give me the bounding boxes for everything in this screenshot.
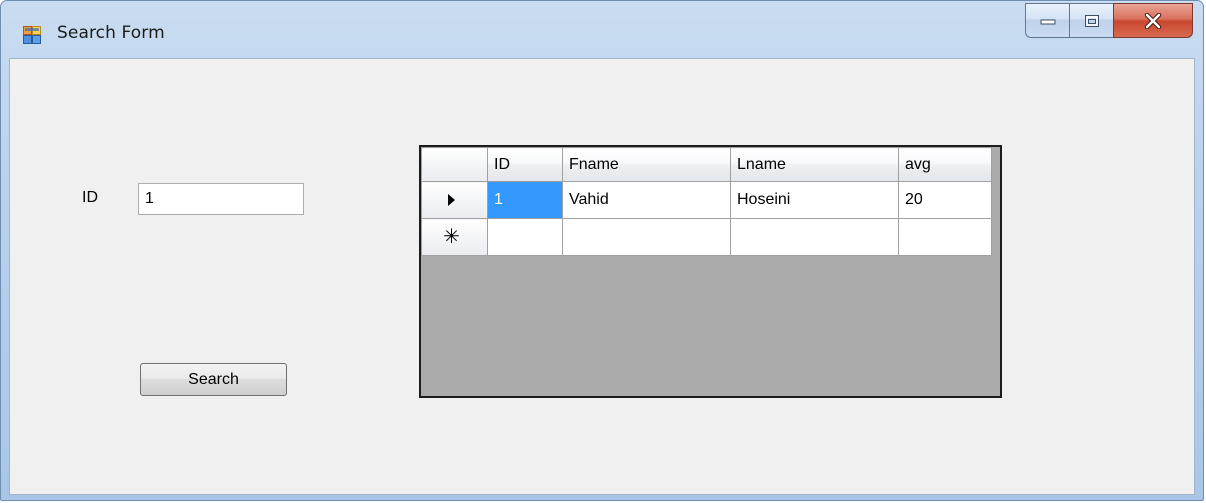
grid-corner-header[interactable] <box>421 147 488 182</box>
row-header[interactable] <box>421 181 488 219</box>
maximize-icon <box>1084 14 1099 27</box>
table-row[interactable]: 1 Vahid Hoseini 20 <box>421 181 992 219</box>
search-form-window: Search Form ID 1 Search ID Fname Lname a… <box>0 0 1204 501</box>
cell-id[interactable]: 1 <box>487 181 563 219</box>
grid-header-row: ID Fname Lname avg <box>421 147 992 182</box>
maximize-button[interactable] <box>1069 3 1113 38</box>
form-client-area: ID Search ID Fname Lname <box>9 58 1195 495</box>
cell-lname[interactable]: Hoseini <box>730 181 899 219</box>
current-row-arrow-icon <box>448 193 455 206</box>
title-bar[interactable]: Search Form <box>1 1 1203 57</box>
column-header-lname[interactable]: Lname <box>730 147 899 182</box>
id-label: ID <box>82 189 98 206</box>
minimize-button[interactable] <box>1025 3 1069 38</box>
new-cell-lname[interactable] <box>730 218 899 256</box>
column-header-fname[interactable]: Fname <box>562 147 731 182</box>
new-row[interactable]: ✳ <box>421 218 992 256</box>
id-input[interactable] <box>138 183 304 215</box>
data-grid-table: ID Fname Lname avg 1 Vahid Hoseini 20 ✳ <box>421 147 992 256</box>
search-button[interactable]: Search <box>140 363 287 396</box>
window-title: Search Form <box>57 23 165 43</box>
close-button[interactable] <box>1113 3 1193 38</box>
new-cell-id[interactable] <box>487 218 563 256</box>
new-row-header[interactable]: ✳ <box>421 218 488 256</box>
new-row-asterisk-icon: ✳ <box>443 225 460 248</box>
data-grid-view[interactable]: ID Fname Lname avg 1 Vahid Hoseini 20 ✳ <box>419 145 1002 398</box>
new-cell-avg[interactable] <box>898 218 992 256</box>
column-header-id[interactable]: ID <box>487 147 563 182</box>
windows-form-icon <box>23 26 41 44</box>
caption-buttons <box>1025 3 1193 39</box>
cell-avg[interactable]: 20 <box>898 181 992 219</box>
new-cell-fname[interactable] <box>562 218 731 256</box>
close-icon <box>1144 12 1162 29</box>
minimize-icon <box>1040 19 1055 24</box>
cell-fname[interactable]: Vahid <box>562 181 731 219</box>
column-header-avg[interactable]: avg <box>898 147 992 182</box>
